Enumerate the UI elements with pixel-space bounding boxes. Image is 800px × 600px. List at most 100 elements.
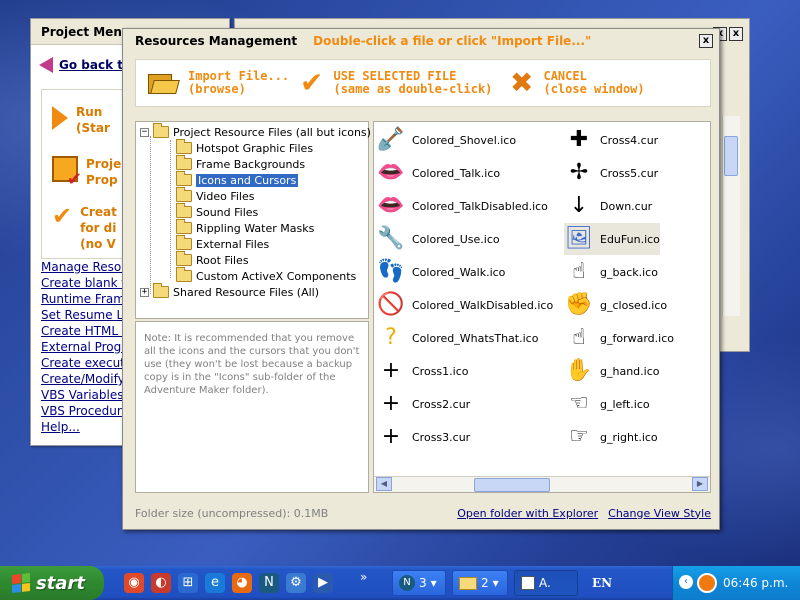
folder-icon (153, 123, 169, 138)
background-vertical-scrollbar[interactable] (722, 116, 740, 316)
file-icon: + (381, 424, 401, 449)
file-item[interactable]: ☜ g_left.ico (564, 388, 650, 420)
file-item[interactable]: 🪏 Colored_Shovel.ico (376, 124, 516, 156)
vbs-procedures-link[interactable]: VBS Procedur (41, 403, 134, 419)
task-button-active-app[interactable]: A. (514, 570, 578, 596)
folder-icon (176, 139, 192, 154)
collapse-toggle[interactable]: − (140, 127, 149, 137)
file-item[interactable]: 👄 Colored_Talk.ico (376, 157, 500, 189)
tray-expand-icon[interactable]: ‹ (679, 575, 693, 589)
file-item[interactable]: ☞ g_right.ico (564, 421, 658, 453)
create-modify-link[interactable]: Create/Modify (41, 371, 134, 387)
file-item[interactable]: 👄 Colored_TalkDisabled.ico (376, 190, 548, 222)
project-properties-action[interactable]: Proje Prop (52, 156, 121, 188)
file-icon: + (381, 358, 401, 383)
tree-item-video-files[interactable]: Video Files (176, 187, 254, 204)
file-item[interactable]: ? Colored_WhatsThat.ico (376, 322, 538, 354)
file-item[interactable]: 👣 Colored_Walk.ico (376, 256, 505, 288)
create-label: Creat (80, 205, 117, 219)
open-folder-explorer-link[interactable]: Open folder with Explorer (457, 507, 598, 520)
language-indicator[interactable]: EN (592, 576, 612, 590)
vbs-variables-link[interactable]: VBS Variables (41, 387, 134, 403)
go-back-link[interactable]: Go back to (59, 58, 131, 72)
tree-item-root-files[interactable]: Root Files (176, 251, 249, 268)
chrome-icon[interactable]: ◉ (124, 573, 144, 593)
file-item[interactable]: 🚫 Colored_WalkDisabled.ico (376, 289, 553, 321)
create-blank-link[interactable]: Create blank f (41, 275, 134, 291)
dialog-hint: Double-click a file or click "Import Fil… (313, 34, 592, 48)
open-folder-icon (148, 70, 180, 96)
file-list: 🪏 Colored_Shovel.ico 👄 Colored_Talk.ico 👄 Col… (373, 121, 711, 493)
tree-item-sound-files[interactable]: Sound Files (176, 203, 258, 220)
tree-item-custom-activex[interactable]: Custom ActiveX Components (176, 267, 357, 284)
file-item[interactable]: + Cross1.ico (376, 355, 469, 387)
tree-item-project-resource-files[interactable]: − Project Resource Files (all but icons) (140, 123, 371, 140)
tree-item-shared-resource-files[interactable]: + Shared Resource Files (All) (140, 283, 319, 300)
scroll-right-button[interactable]: ▶ (692, 477, 708, 491)
ie-icon[interactable]: e (205, 573, 225, 593)
tree-item-hotspot-graphic-files[interactable]: Hotspot Graphic Files (176, 139, 313, 156)
runtime-frame-link[interactable]: Runtime Fram (41, 291, 134, 307)
change-view-style-link[interactable]: Change View Style (608, 507, 711, 520)
create-action[interactable]: ✔ Creat for di (no V (52, 204, 117, 252)
file-item[interactable]: ✚ Cross4.cur (564, 124, 658, 156)
scroll-left-button[interactable]: ◀ (376, 477, 392, 491)
file-item[interactable]: ✢ Cross5.cur (564, 157, 658, 189)
use-selected-file-sublabel: (same as double-click) (333, 82, 493, 96)
file-item[interactable]: ↓ Down.cur (564, 190, 652, 222)
cancel-button[interactable]: ✖ CANCEL (close window) (510, 69, 645, 97)
background-close-button[interactable]: x (729, 27, 743, 41)
player-icon[interactable]: ▶ (313, 573, 333, 593)
file-name: Colored_TalkDisabled.ico (412, 199, 548, 213)
tray-app-icon[interactable] (697, 573, 717, 593)
tree-item-label: Custom ActiveX Components (196, 269, 357, 283)
task-button-netscape[interactable]: N 3 ▾ (392, 570, 446, 596)
scroll-thumb[interactable] (724, 136, 738, 176)
file-item[interactable]: ✊ g_closed.ico (564, 289, 667, 321)
explorer-icon[interactable]: ⊞ (178, 573, 198, 593)
expand-toggle[interactable]: + (140, 287, 149, 297)
file-item[interactable]: 🔧 Colored_Use.ico (376, 223, 499, 255)
tree-item-rippling-water-masks[interactable]: Rippling Water Masks (176, 219, 314, 236)
manage-resources-link[interactable]: Manage Resour (41, 259, 134, 275)
tree-item-external-files[interactable]: External Files (176, 235, 269, 252)
start-button[interactable]: start (0, 566, 104, 600)
file-icon: ☝ (572, 325, 586, 350)
netscape-icon[interactable]: N (259, 573, 279, 593)
use-selected-file-button[interactable]: ✔ USE SELECTED FILE (same as double-click… (300, 69, 493, 97)
help-link[interactable]: Help... (41, 419, 134, 435)
dialog-close-button[interactable]: x (699, 34, 713, 48)
task-button-folders[interactable]: 2 ▾ (452, 570, 508, 596)
media-icon[interactable]: ◐ (151, 573, 171, 593)
tool-icon[interactable]: ⚙ (286, 573, 306, 593)
external-programs-link[interactable]: External Progr (41, 339, 134, 355)
scroll-thumb[interactable] (474, 478, 550, 492)
create-html-link[interactable]: Create HTML ( (41, 323, 134, 339)
file-item[interactable]: ☝ g_forward.ico (564, 322, 674, 354)
checkmark-icon: ✔ (52, 202, 73, 230)
quick-launch-overflow[interactable]: » (360, 570, 367, 584)
folder-icon (176, 219, 192, 234)
start-label: start (36, 572, 85, 594)
run-action[interactable]: Run (Star (52, 104, 110, 136)
set-resume-link[interactable]: Set Resume L (41, 307, 134, 323)
go-back-row[interactable]: Go back to (39, 57, 131, 73)
firefox-icon[interactable]: ◕ (232, 573, 252, 593)
dialog-title: Resources Management (135, 34, 298, 48)
tree-item-frame-backgrounds[interactable]: Frame Backgrounds (176, 155, 305, 172)
file-item[interactable]: ☝ g_back.ico (564, 256, 658, 288)
file-icon: 👣 (377, 259, 405, 284)
file-item[interactable]: + Cross3.cur (376, 421, 470, 453)
file-item[interactable]: ✋ g_hand.ico (564, 355, 659, 387)
file-icon: ↓ (569, 193, 589, 218)
tree-item-icons-and-cursors[interactable]: Icons and Cursors (176, 171, 299, 188)
file-item[interactable]: + Cross2.cur (376, 388, 470, 420)
horizontal-scrollbar[interactable]: ◀ ▶ (374, 476, 710, 492)
import-file-button[interactable]: Import File... (browse) (148, 70, 289, 96)
create-executable-link[interactable]: Create execut (41, 355, 134, 371)
back-arrow-icon (39, 57, 53, 73)
file-icon: 👄 (377, 160, 405, 185)
note-text: Note: It is recommended that you remove … (135, 321, 369, 493)
file-icon: + (381, 391, 401, 416)
file-item[interactable]: 🖼 EduFun.ico (564, 223, 660, 255)
